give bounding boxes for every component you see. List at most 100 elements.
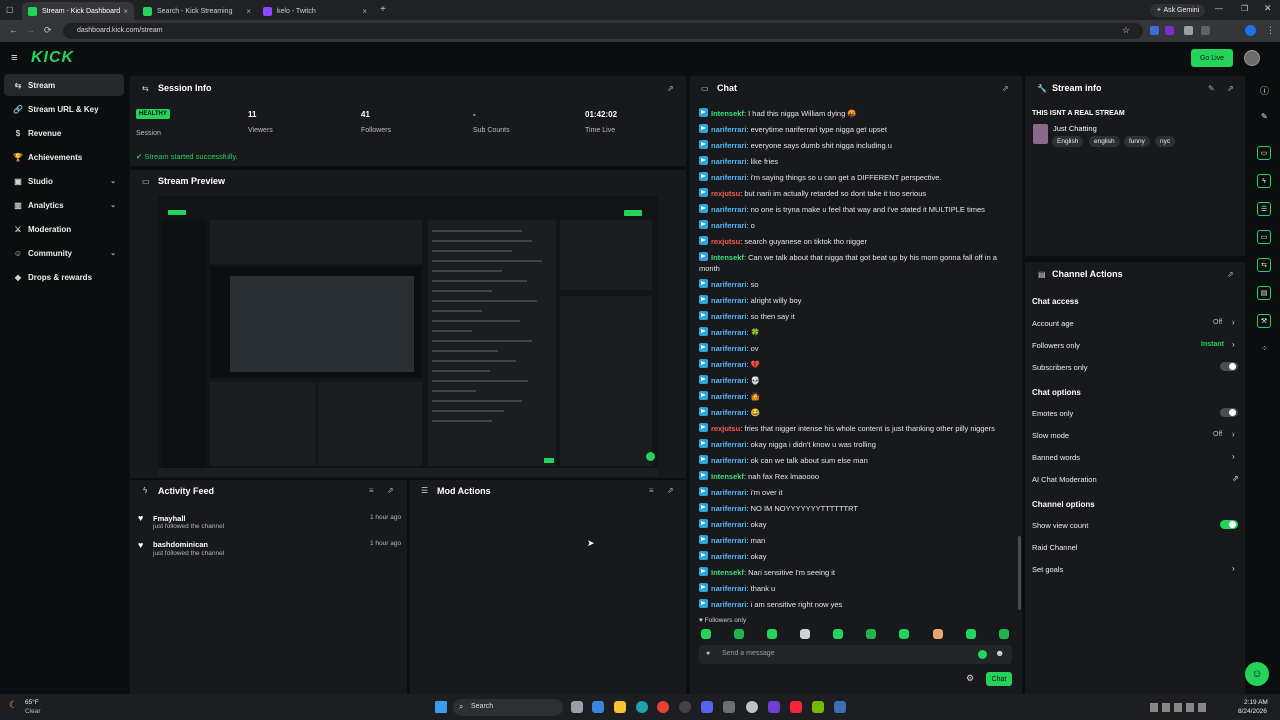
url-field[interactable]: dashboard.kick.com/stream — [63, 23, 1143, 39]
show-view-count-toggle[interactable] — [1220, 520, 1238, 529]
settings-gear-icon[interactable] — [723, 701, 735, 713]
extension-icon[interactable] — [1165, 26, 1174, 35]
popout-icon[interactable]: ⇗ — [667, 486, 674, 495]
chat-username[interactable]: nariferrari — [711, 221, 746, 230]
rail-actions-icon[interactable]: ▤ — [1257, 286, 1271, 300]
help-chat-fab[interactable]: ☺ — [1245, 662, 1269, 686]
extension-icon[interactable] — [1150, 26, 1159, 35]
filter-icon[interactable]: ≡ — [649, 486, 654, 495]
category-name[interactable]: Just Chatting — [1053, 124, 1097, 133]
emotes-only-label[interactable]: Emotes only — [1032, 409, 1073, 418]
close-icon[interactable]: × — [246, 7, 251, 16]
sidebar-item-moderation[interactable]: ⚔ Moderation — [4, 218, 124, 240]
chat-username[interactable]: nariferrari — [711, 536, 746, 545]
profile-avatar-icon[interactable] — [1245, 25, 1256, 36]
extensions-puzzle-icon[interactable] — [1201, 26, 1210, 35]
chevron-right-icon[interactable]: › — [1232, 318, 1235, 327]
popout-icon[interactable]: ⇗ — [1002, 84, 1009, 93]
app-icon[interactable] — [746, 701, 758, 713]
chevron-right-icon[interactable]: › — [1232, 430, 1235, 439]
new-tab-button[interactable]: + — [380, 4, 386, 15]
rail-preview-icon[interactable]: ▭ — [1257, 146, 1271, 160]
reload-icon[interactable]: ⟳ — [44, 25, 52, 36]
system-tray-icons[interactable] — [1150, 703, 1210, 712]
activity-username[interactable]: bashdominican — [153, 540, 208, 549]
chat-username[interactable]: nariferrari — [711, 584, 746, 593]
sidebar-item-stream-url-key[interactable]: 🔗 Stream URL & Key — [4, 98, 124, 120]
user-avatar[interactable] — [1244, 50, 1260, 66]
chat-username[interactable]: nariferrari — [711, 296, 746, 305]
kick-logo[interactable]: KICK — [31, 49, 74, 67]
minimize-icon[interactable]: — — [1215, 4, 1223, 13]
ask-gemini-button[interactable]: ✦ Ask Gemini — [1150, 4, 1206, 17]
chrome-icon[interactable] — [657, 701, 669, 713]
window-close-icon[interactable]: ✕ — [1264, 3, 1272, 14]
rail-more-icon[interactable]: ⁘ — [1261, 344, 1268, 353]
sidebar-item-drops-rewards[interactable]: ◆ Drops & rewards — [4, 266, 124, 288]
edge-icon[interactable] — [636, 701, 648, 713]
chat-username[interactable]: nariferrari — [711, 344, 746, 353]
chat-username[interactable]: nariferrari — [711, 173, 746, 182]
banned-words-label[interactable]: Banned words — [1032, 453, 1080, 462]
ai-chat-moderation-label[interactable]: AI Chat Moderation — [1032, 475, 1097, 484]
chat-username[interactable]: nariferrari — [711, 125, 746, 134]
file-explorer-icon[interactable] — [614, 701, 626, 713]
chat-scrollbar[interactable] — [1018, 536, 1021, 610]
chevron-right-icon[interactable]: › — [1232, 340, 1235, 349]
emote-icon[interactable] — [800, 629, 810, 639]
maximize-icon[interactable]: ❐ — [1241, 4, 1248, 13]
stream-preview-video[interactable] — [158, 196, 658, 476]
rail-stream-info-icon[interactable]: ⚒ — [1257, 314, 1271, 328]
account-age-label[interactable]: Account age — [1032, 319, 1074, 328]
app-icon[interactable] — [768, 701, 780, 713]
external-link-icon[interactable]: ⇗ — [1232, 474, 1239, 483]
chat-username[interactable]: nariferrari — [711, 552, 746, 561]
chat-username[interactable]: nariferrari — [711, 376, 746, 385]
chat-username[interactable]: nariferrari — [711, 312, 746, 321]
sidebar-item-analytics[interactable]: ▥ Analytics ⌄ — [4, 194, 124, 216]
music-icon[interactable] — [790, 701, 802, 713]
subscribers-only-label[interactable]: Subscribers only — [1032, 363, 1087, 372]
sidebar-item-studio[interactable]: ▣ Studio ⌄ — [4, 170, 124, 192]
bookmark-star-icon[interactable]: ☆ — [1122, 25, 1130, 36]
chat-username[interactable]: nariferrari — [711, 141, 746, 150]
raid-channel-label[interactable]: Raid Channel — [1032, 543, 1077, 552]
tab-search-icon[interactable]: ▢ — [6, 5, 14, 14]
chat-username[interactable]: Intensekf — [711, 472, 744, 481]
chat-send-button[interactable]: Chat — [986, 672, 1012, 686]
emote-icon[interactable] — [734, 629, 744, 639]
chat-message-input[interactable]: ● Send a message ☻ — [699, 645, 1012, 664]
chat-username[interactable]: nariferrari — [711, 360, 746, 369]
clock-date[interactable]: 8/24/2026 — [1238, 708, 1267, 715]
close-icon[interactable]: × — [362, 7, 367, 16]
chat-username[interactable]: nariferrari — [711, 408, 746, 417]
tab-kick-dashboard[interactable]: Stream - Kick Dashboard × — [22, 2, 134, 20]
filter-icon[interactable]: ≡ — [369, 486, 374, 495]
emote-icon[interactable] — [833, 629, 843, 639]
chat-username[interactable]: nariferrari — [711, 456, 746, 465]
popout-icon[interactable]: ⇗ — [1227, 84, 1234, 93]
taskbar-search-field[interactable]: ⌕ Search — [453, 699, 563, 716]
chat-username[interactable]: rexjutsu — [711, 424, 740, 433]
info-icon[interactable]: ⓘ — [1260, 84, 1269, 97]
tab-twitch[interactable]: kelo - Twitch × — [257, 2, 373, 20]
emote-icon[interactable] — [899, 629, 909, 639]
slow-mode-label[interactable]: Slow mode — [1032, 431, 1069, 440]
chat-username[interactable]: nariferrari — [711, 440, 746, 449]
chat-username[interactable]: nariferrari — [711, 600, 746, 609]
rail-session-icon[interactable]: ⇆ — [1257, 258, 1271, 272]
chat-username[interactable]: Intensekf — [711, 568, 744, 577]
sidebar-item-community[interactable]: ☺ Community ⌄ — [4, 242, 124, 264]
emotes-only-toggle[interactable] — [1220, 408, 1238, 417]
rail-mod-actions-icon[interactable]: ☰ — [1257, 202, 1271, 216]
show-view-count-label[interactable]: Show view count — [1032, 521, 1088, 530]
emote-icon[interactable] — [701, 629, 711, 639]
windows-start-icon[interactable] — [435, 701, 447, 713]
go-live-button[interactable]: Go Live — [1191, 49, 1233, 67]
activity-username[interactable]: Fmayhall — [153, 514, 186, 523]
chevron-right-icon[interactable]: › — [1232, 452, 1235, 461]
edit-pencil-icon[interactable]: ✎ — [1208, 84, 1215, 93]
widgets-icon[interactable] — [592, 701, 604, 713]
emote-icon[interactable] — [966, 629, 976, 639]
chat-username[interactable]: rexjutsu — [711, 189, 740, 198]
